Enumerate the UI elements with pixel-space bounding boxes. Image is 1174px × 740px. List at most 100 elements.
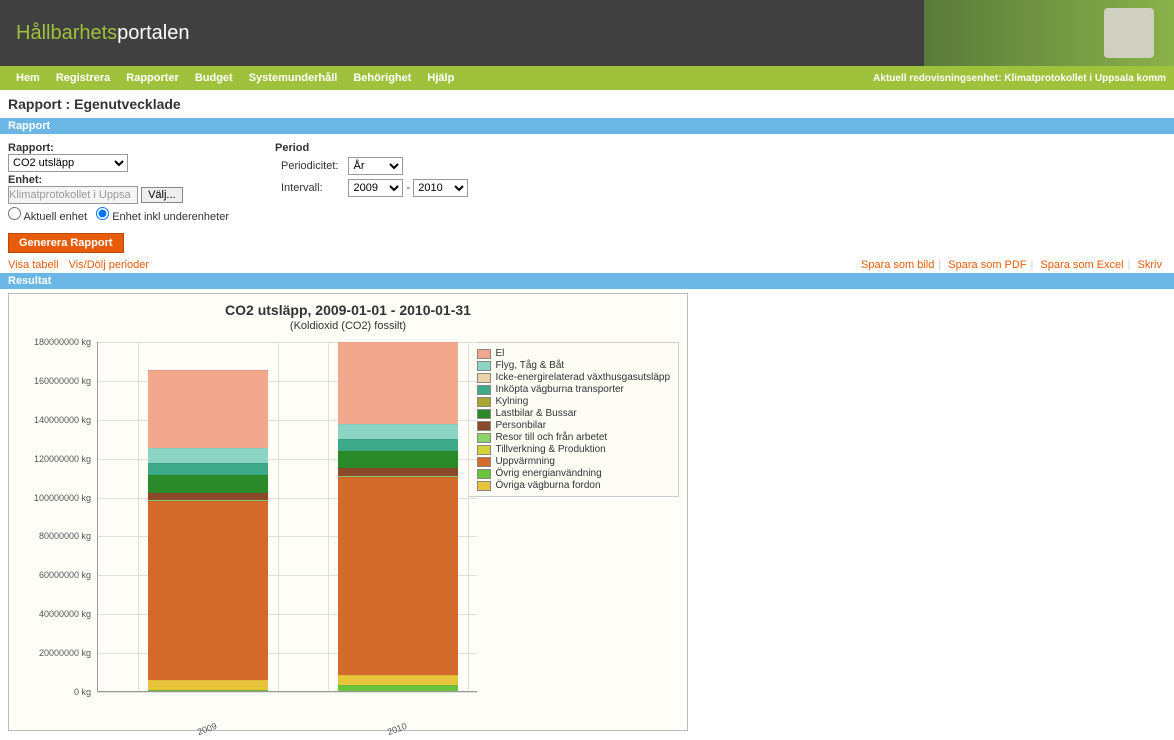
generate-report-button[interactable]: Generera Rapport (8, 233, 124, 253)
intervall-to-select[interactable]: 2010 (413, 179, 468, 197)
radio-inkl-label: Enhet inkl underenheter (112, 211, 229, 223)
legend-label: Lastbilar & Bussar (495, 408, 576, 419)
nav-systemunderhåll[interactable]: Systemunderhåll (241, 72, 346, 84)
radio-enhet-inkl[interactable] (96, 207, 109, 220)
nav-behörighet[interactable]: Behörighet (345, 72, 419, 84)
legend-label: Tillverkning & Produktion (495, 444, 605, 455)
bar-segment (148, 370, 268, 448)
legend-swatch (477, 373, 491, 383)
legend-item: Uppvärmning (477, 456, 670, 467)
bar-segment (338, 675, 458, 685)
legend-swatch (477, 361, 491, 371)
vis-dolj-perioder-link[interactable]: Vis/Dölj perioder (69, 259, 150, 271)
y-tick-label: 60000000 kg (39, 570, 91, 580)
rapport-label: Rapport: (8, 142, 235, 154)
legend-item: Inköpta vägburna transporter (477, 384, 670, 395)
legend-swatch (477, 349, 491, 359)
x-tick-label: 2009 (196, 721, 218, 737)
legend-swatch (477, 409, 491, 419)
legend-label: Kylning (495, 396, 528, 407)
logo: Hållbarhetsportalen (16, 22, 189, 45)
bar-segment (148, 501, 268, 680)
period-label: Period (275, 142, 474, 154)
logo-part2: portalen (117, 22, 189, 44)
bar-2010 (338, 342, 458, 691)
enhet-input[interactable] (8, 186, 138, 204)
y-tick-label: 40000000 kg (39, 609, 91, 619)
nav-hjälp[interactable]: Hjälp (419, 72, 462, 84)
legend-label: Personbilar (495, 420, 546, 431)
nav-budget[interactable]: Budget (187, 72, 241, 84)
intervall-from-select[interactable]: 2009 (348, 179, 403, 197)
legend-item: Flyg, Tåg & Båt (477, 360, 670, 371)
legend-swatch (477, 433, 491, 443)
legend-swatch (477, 481, 491, 491)
spara-excel-link[interactable]: Spara som Excel (1040, 259, 1123, 271)
bar-segment (338, 477, 458, 675)
nav-registrera[interactable]: Registrera (48, 72, 118, 84)
legend-item: Icke-energirelaterad växthusgasutsläpp (477, 372, 670, 383)
bar-segment (148, 448, 268, 464)
bar-segment (148, 463, 268, 475)
y-tick-label: 160000000 kg (34, 376, 91, 386)
chart-legend: ElFlyg, Tåg & BåtIcke-energirelaterad vä… (468, 342, 679, 497)
rapport-select[interactable]: CO2 utsläpp (8, 154, 128, 172)
legend-item: Övrig energianvändning (477, 468, 670, 479)
intervall-label: Intervall: (277, 178, 342, 198)
legend-item: Personbilar (477, 420, 670, 431)
bar-segment (338, 468, 458, 476)
bar-segment (148, 493, 268, 501)
bar-segment (148, 475, 268, 493)
legend-item: Tillverkning & Produktion (477, 444, 670, 455)
bar-segment (338, 451, 458, 469)
section-result: Resultat (0, 273, 1174, 289)
bar-segment (338, 424, 458, 440)
visa-tabell-link[interactable]: Visa tabell (8, 259, 59, 271)
legend-item: Kylning (477, 396, 670, 407)
y-tick-label: 140000000 kg (34, 415, 91, 425)
legend-swatch (477, 469, 491, 479)
legend-swatch (477, 397, 491, 407)
valj-button[interactable]: Välj... (141, 187, 183, 203)
legend-label: El (495, 348, 504, 359)
bar-segment (148, 680, 268, 690)
app-header: Hållbarhetsportalen (0, 0, 1174, 66)
periodicitet-label: Periodicitet: (277, 156, 342, 176)
legend-swatch (477, 385, 491, 395)
logo-part1: Hållbarhets (16, 22, 117, 44)
y-tick-label: 20000000 kg (39, 648, 91, 658)
main-navbar: HemRegistreraRapporterBudgetSystemunderh… (0, 66, 1174, 90)
page-title: Rapport : Egenutvecklade (0, 90, 1174, 118)
y-tick-label: 80000000 kg (39, 531, 91, 541)
periodicitet-select[interactable]: År (348, 157, 403, 175)
enhet-label: Enhet: (8, 174, 235, 186)
action-links-row: Visa tabell Vis/Dölj perioder Spara som … (0, 257, 1174, 273)
legend-label: Uppvärmning (495, 456, 554, 467)
report-form: Rapport: CO2 utsläpp Enhet: Välj... Aktu… (0, 134, 1174, 229)
legend-swatch (477, 457, 491, 467)
bar-segment (338, 439, 458, 451)
chart-subtitle: (Koldioxid (CO2) fossilt) (17, 320, 679, 332)
legend-label: Flyg, Tåg & Båt (495, 360, 564, 371)
section-report: Rapport (0, 118, 1174, 134)
legend-item: El (477, 348, 670, 359)
radio-aktuell-label: Aktuell enhet (23, 211, 87, 223)
x-tick-label: 2010 (386, 721, 408, 737)
skriv-link[interactable]: Skriv (1138, 259, 1162, 271)
legend-item: Lastbilar & Bussar (477, 408, 670, 419)
spara-bild-link[interactable]: Spara som bild (861, 259, 934, 271)
header-decorative-image (924, 0, 1174, 66)
legend-label: Övriga vägburna fordon (495, 480, 600, 491)
nav-hem[interactable]: Hem (8, 72, 48, 84)
bar-2009 (148, 370, 268, 691)
chart-title: CO2 utsläpp, 2009-01-01 - 2010-01-31 (17, 302, 679, 318)
plot-area: 0 kg20000000 kg40000000 kg60000000 kg800… (17, 342, 458, 722)
spara-pdf-link[interactable]: Spara som PDF (948, 259, 1026, 271)
radio-aktuell-enhet[interactable] (8, 207, 21, 220)
legend-swatch (477, 421, 491, 431)
nav-rapporter[interactable]: Rapporter (118, 72, 187, 84)
bar-segment (148, 690, 268, 691)
legend-label: Icke-energirelaterad växthusgasutsläpp (495, 372, 670, 383)
current-unit-status: Aktuell redovisningsenhet: Klimatprotoko… (873, 73, 1166, 84)
legend-swatch (477, 445, 491, 455)
